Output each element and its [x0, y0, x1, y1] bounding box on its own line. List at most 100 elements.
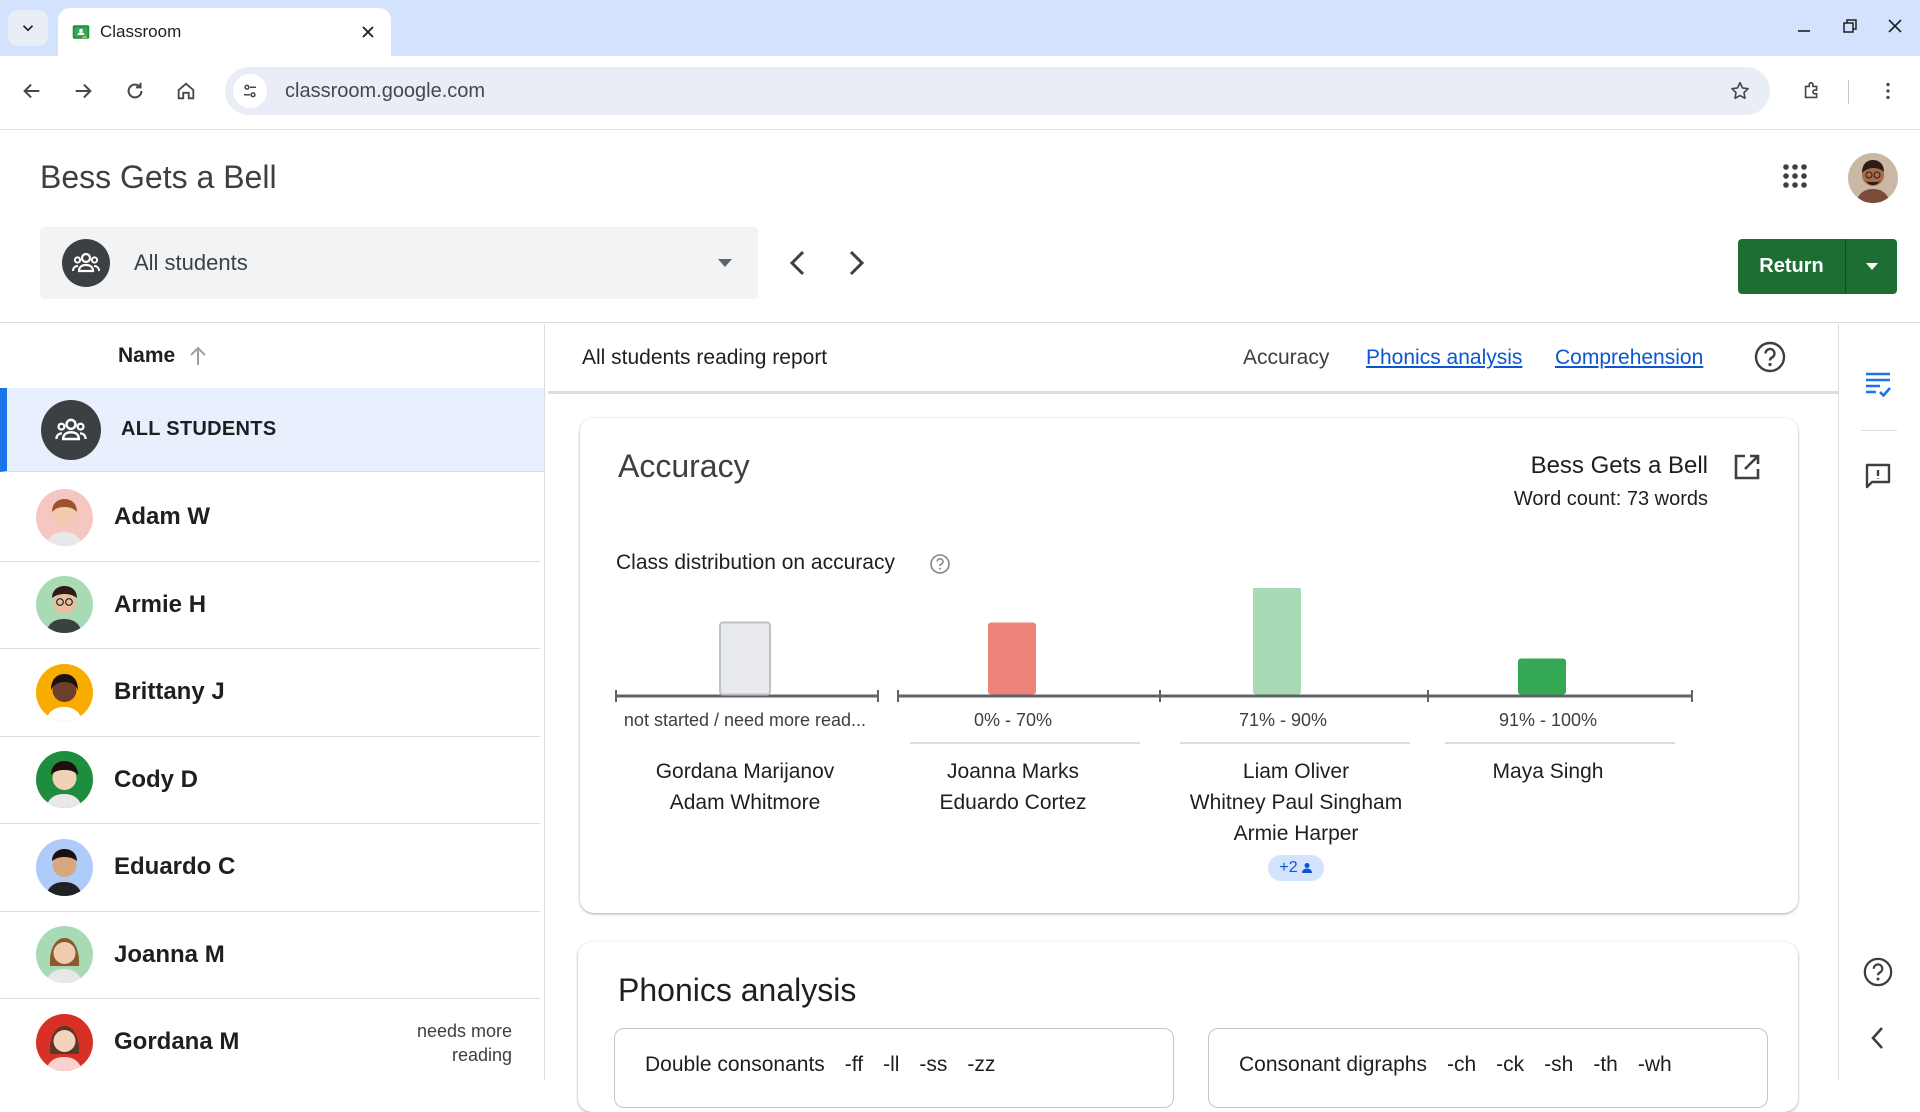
phonics-item: -ch	[1446, 1053, 1477, 1076]
student-link[interactable]: Gordana Marijanov	[612, 756, 878, 787]
more-students-chip[interactable]: +2	[1268, 855, 1324, 881]
site-info-button[interactable]	[233, 74, 267, 108]
student-name: Gordana M	[114, 1028, 240, 1056]
student-row[interactable]: Brittany J	[0, 649, 540, 737]
student-row[interactable]: Joanna M	[0, 912, 540, 999]
phonics-item: -sh	[1544, 1053, 1574, 1076]
browser-tab[interactable]: Classroom	[58, 8, 391, 56]
student-name: Cody D	[114, 765, 198, 793]
chevron-right-icon	[849, 250, 865, 276]
help-circle-icon	[1863, 957, 1893, 987]
help-button[interactable]	[1856, 950, 1900, 994]
chart-bar-3	[1253, 588, 1301, 695]
accuracy-title: Accuracy	[618, 448, 750, 484]
name-sort-header[interactable]: Name	[0, 324, 544, 388]
caret-down-icon	[1865, 263, 1878, 270]
back-button[interactable]	[12, 71, 52, 111]
google-apps-button[interactable]	[1775, 156, 1815, 196]
chart-bar-2	[988, 622, 1036, 695]
bucket-students: Gordana Marijanov Adam Whitmore	[612, 756, 878, 818]
classroom-favicon-icon	[72, 25, 90, 39]
reload-button[interactable]	[115, 71, 155, 111]
open-story-button[interactable]	[1732, 452, 1762, 482]
close-icon	[1888, 19, 1902, 33]
return-options-button[interactable]	[1845, 239, 1897, 294]
previous-student-button[interactable]	[776, 241, 820, 285]
bucket-divider	[1445, 742, 1675, 744]
tab-phonics-analysis[interactable]: Phonics analysis	[1366, 346, 1522, 370]
chart-bar-4	[1518, 658, 1566, 695]
student-selector-label: All students	[134, 250, 248, 275]
phonics-item: -zz	[967, 1053, 996, 1076]
student-link[interactable]: Armie Harper	[1146, 818, 1446, 849]
student-link[interactable]: Liam Oliver	[1146, 756, 1446, 787]
all-students-row[interactable]: ALL STUDENTS	[0, 388, 544, 472]
help-circle-icon	[1754, 341, 1786, 373]
student-note: needs more reading	[416, 1021, 512, 1065]
close-window-button[interactable]	[1875, 8, 1915, 44]
student-row[interactable]: Armie H	[0, 562, 540, 649]
student-selector[interactable]: All students	[40, 227, 758, 299]
child-avatar-icon	[36, 838, 93, 896]
caret-down-icon	[718, 259, 732, 267]
account-avatar[interactable]	[1848, 153, 1898, 203]
student-link[interactable]: Joanna Marks	[898, 756, 1128, 787]
report-title: All students reading report	[582, 346, 828, 369]
student-avatar	[36, 838, 93, 896]
apps-grid-icon	[1783, 164, 1807, 188]
bookmark-button[interactable]	[1720, 71, 1760, 111]
rail-divider	[1861, 430, 1897, 431]
phonics-item: -ff	[844, 1053, 864, 1076]
group-icon	[62, 239, 110, 287]
student-avatar	[36, 663, 93, 721]
report-help-button[interactable]	[1753, 340, 1789, 376]
next-student-button[interactable]	[834, 241, 878, 285]
student-name: Armie H	[114, 590, 207, 618]
all-students-label: ALL STUDENTS	[121, 418, 277, 440]
child-avatar-icon	[36, 576, 93, 634]
tab-accuracy[interactable]: Accuracy	[1243, 346, 1329, 370]
more-count: +2	[1279, 859, 1298, 876]
student-row[interactable]: Cody D	[0, 737, 540, 824]
student-link[interactable]: Eduardo Cortez	[898, 787, 1128, 818]
student-row[interactable]: Eduardo C	[0, 824, 540, 912]
student-link[interactable]: Maya Singh	[1433, 756, 1663, 787]
browser-tabstrip: Classroom	[0, 0, 1920, 56]
minimize-icon	[1798, 30, 1810, 32]
person-icon	[1301, 863, 1312, 873]
student-avatar	[36, 1013, 93, 1071]
comments-button[interactable]	[1856, 454, 1900, 498]
extensions-button[interactable]	[1792, 71, 1832, 111]
student-link[interactable]: Adam Whitmore	[612, 787, 878, 818]
tab-search-button[interactable]	[8, 10, 48, 46]
student-row[interactable]: Adam W	[0, 474, 540, 562]
bucket-label: 91% - 100%	[1498, 710, 1598, 730]
return-button[interactable]: Return	[1738, 239, 1845, 294]
bucket-students: Joanna Marks Eduardo Cortez	[898, 756, 1128, 818]
reload-icon	[127, 82, 143, 99]
student-row[interactable]: Gordana M needs more reading	[0, 999, 540, 1080]
student-avatar	[36, 576, 93, 634]
browser-menu-button[interactable]	[1868, 71, 1908, 111]
sort-arrow-up-icon	[190, 346, 206, 365]
bucket-label: 0% - 70%	[973, 710, 1053, 730]
forward-button[interactable]	[63, 71, 103, 111]
tab-comprehension[interactable]: Comprehension	[1555, 346, 1703, 370]
distribution-help-button[interactable]	[929, 553, 951, 575]
student-link[interactable]: Whitney Paul Singham	[1146, 787, 1446, 818]
people-icon	[72, 252, 100, 273]
report-header: All students reading report Accuracy Pho…	[548, 324, 1838, 394]
minimize-button[interactable]	[1784, 8, 1824, 44]
home-button[interactable]	[166, 71, 206, 111]
address-bar[interactable]: classroom.google.com	[225, 67, 1770, 115]
collapse-panel-button[interactable]	[1856, 1016, 1900, 1060]
tab-close-button[interactable]	[351, 15, 385, 49]
reading-report-button[interactable]	[1856, 362, 1900, 406]
bucket-divider	[1180, 742, 1410, 744]
restore-button[interactable]	[1830, 8, 1870, 44]
puzzle-icon	[1804, 81, 1818, 99]
child-avatar-icon	[36, 1013, 93, 1071]
bucket-label: 71% - 90%	[1238, 710, 1328, 730]
bucket-students: Liam Oliver Whitney Paul Singham Armie H…	[1146, 756, 1446, 849]
word-count: Word count: 73 words	[1513, 488, 1708, 510]
